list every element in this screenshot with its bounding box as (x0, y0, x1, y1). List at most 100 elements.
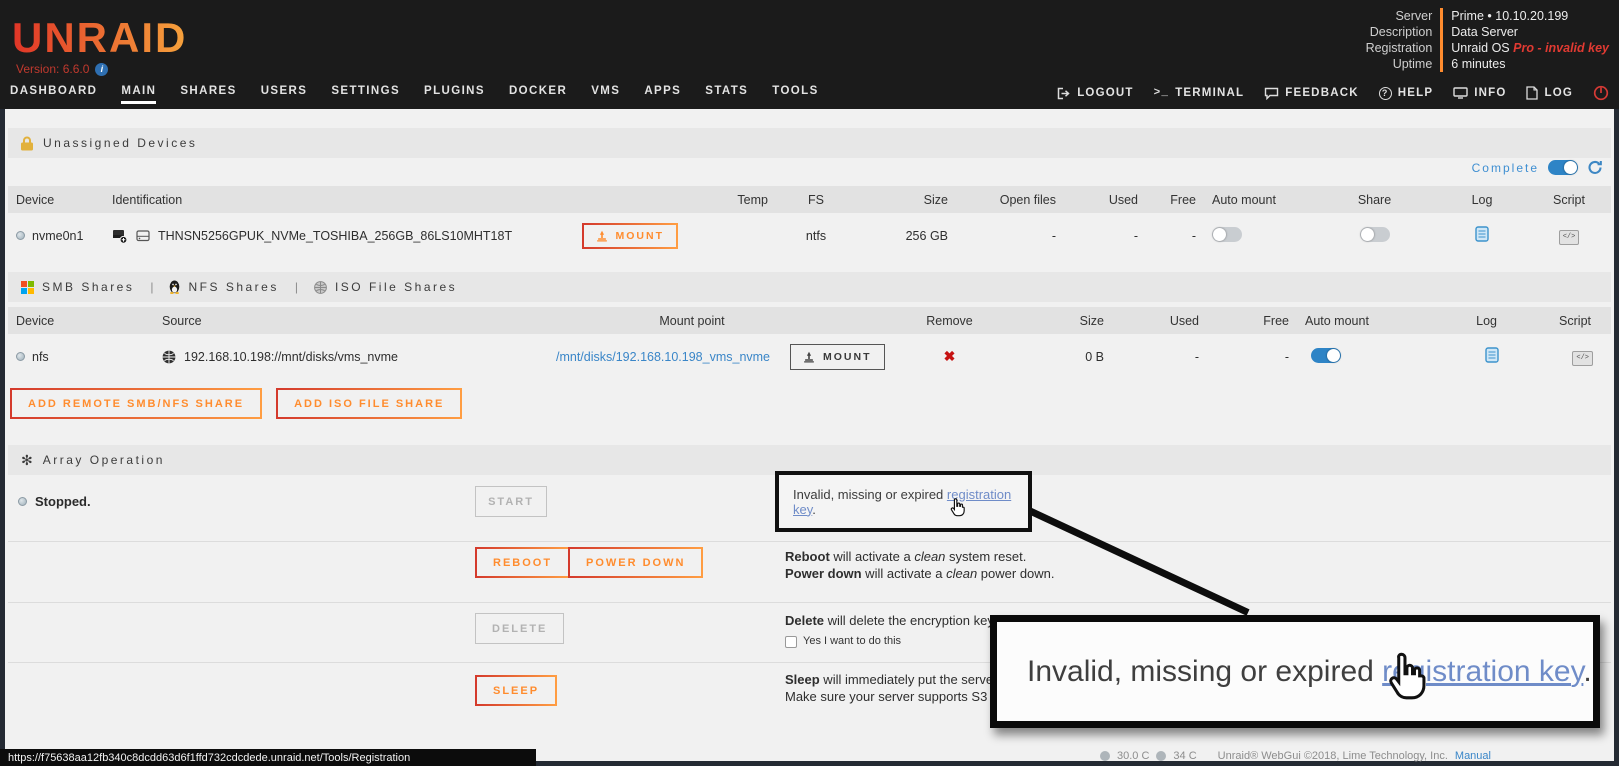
device-name: nvme0n1 (32, 229, 83, 243)
array-status: Stopped. (18, 494, 91, 509)
tab-nfs-shares[interactable]: NFS Shares (169, 280, 278, 294)
row-divider (8, 541, 1611, 542)
start-button[interactable]: START (475, 486, 547, 517)
browser-status-bar: https://f75638aa12fb340c8dcdd63d6f1ffd73… (0, 749, 536, 766)
nav-plugins[interactable]: PLUGINS (424, 85, 485, 104)
mount-button[interactable]: MOUNT (582, 223, 679, 249)
nav-dashboard[interactable]: DASHBOARD (10, 85, 97, 104)
nav-tools[interactable]: TOOLS (772, 85, 818, 104)
col-used: Used (1064, 186, 1146, 213)
delete-confirm-label[interactable]: Yes I want to do this (803, 633, 901, 650)
section-title: Unassigned Devices (43, 136, 197, 150)
power-alert-icon[interactable] (1593, 85, 1609, 101)
uptime-value: 6 minutes (1440, 56, 1609, 72)
nav-settings[interactable]: SETTINGS (331, 85, 400, 104)
unraid-logo[interactable]: UNRAID (12, 14, 187, 62)
nav-apps[interactable]: APPS (644, 85, 681, 104)
uptime-label: Uptime (1366, 56, 1441, 72)
add-remote-smb-nfs-share-button[interactable]: ADD REMOTE SMB/NFS SHARE (10, 388, 262, 419)
complete-label[interactable]: Complete (1472, 161, 1539, 175)
cell-size: 0 B (1007, 334, 1112, 379)
info-button[interactable]: INFO (1453, 87, 1506, 99)
col-share: Share (1312, 186, 1437, 213)
log-icon[interactable] (1475, 226, 1489, 242)
share-toggle[interactable] (1360, 227, 1390, 242)
tab-smb-shares[interactable]: SMB Shares (21, 280, 134, 294)
windows-icon (21, 281, 34, 294)
registration-value: Unraid OS Pro - invalid key (1440, 40, 1609, 56)
col-log: Log (1377, 307, 1527, 334)
nav-main[interactable]: MAIN (121, 85, 156, 104)
mount-point-link[interactable]: /mnt/disks/192.168.10.198_vms_nvme (556, 350, 770, 364)
table-row-nfs: nfs 192.168.10.198://mnt/disks/vms_nvme … (8, 334, 1611, 379)
tab-iso-file-shares[interactable]: ISO File Shares (314, 280, 457, 294)
nav-docker[interactable]: DOCKER (509, 85, 567, 104)
cell-size: 256 GB (856, 213, 956, 258)
row-divider (8, 602, 1611, 603)
version-info-icon[interactable]: i (95, 63, 108, 76)
delete-button[interactable]: DELETE (475, 613, 564, 644)
col-source: Source (154, 307, 492, 334)
remote-shares-table: Device Source Mount point Remove Size Us… (8, 307, 1611, 379)
terminal-icon: >_ (1154, 87, 1170, 99)
feedback-button[interactable]: FEEDBACK (1264, 87, 1359, 100)
power-down-button[interactable]: POWER DOWN (568, 547, 703, 578)
add-iso-file-share-button[interactable]: ADD ISO FILE SHARE (276, 388, 462, 419)
unassigned-devices-header: Unassigned Devices (8, 128, 1611, 158)
sleep-button[interactable]: SLEEP (475, 675, 557, 706)
col-log: Log (1437, 186, 1527, 213)
cell-fs: ntfs (776, 213, 856, 258)
logout-icon (1057, 87, 1071, 100)
col-fs: FS (776, 186, 856, 213)
auto-mount-toggle[interactable] (1212, 227, 1242, 242)
main-nav: DASHBOARD MAIN SHARES USERS SETTINGS PLU… (0, 82, 1619, 109)
source-globe-icon (162, 350, 176, 364)
nav-stats[interactable]: STATS (705, 85, 748, 104)
mount-icon (596, 230, 608, 242)
nav-right: LOGOUT >_ TERMINAL FEEDBACK ? HELP INFO … (1057, 85, 1609, 101)
col-script: Script (1527, 186, 1611, 213)
col-free: Free (1146, 186, 1204, 213)
nav-vms[interactable]: VMS (591, 85, 620, 104)
mb-temp-icon (1156, 751, 1166, 761)
table-header-row: Device Identification Temp FS Size Open … (8, 186, 1611, 213)
section-title: Array Operation (43, 453, 165, 467)
auto-mount-toggle[interactable] (1311, 348, 1341, 363)
refresh-icon[interactable] (1587, 160, 1603, 175)
cell-used: - (1064, 213, 1146, 258)
reboot-help-text: Reboot will activate a clean system rese… (785, 548, 1055, 582)
magnifier-connector-line (1029, 508, 1249, 616)
script-icon[interactable]: </> (1559, 230, 1580, 245)
description-label: Description (1366, 24, 1441, 40)
complete-toggle[interactable] (1548, 160, 1578, 175)
script-icon[interactable]: </> (1572, 351, 1593, 366)
manual-link[interactable]: Manual (1455, 750, 1491, 762)
nav-shares[interactable]: SHARES (180, 85, 236, 104)
unassigned-devices-table: Device Identification Temp FS Size Open … (8, 186, 1611, 258)
sleep-help-text: Sleep will immediately put the server in… (785, 671, 1015, 705)
reboot-button[interactable]: REBOOT (475, 547, 570, 578)
cell-free: - (1146, 213, 1204, 258)
server-label: Server (1366, 8, 1441, 24)
col-script: Script (1527, 307, 1611, 334)
remove-share-icon[interactable]: ✖ (944, 348, 956, 364)
delete-confirm-checkbox[interactable] (785, 636, 797, 648)
cpu-temp-icon (1100, 751, 1110, 761)
log-button[interactable]: LOG (1526, 86, 1573, 100)
log-icon[interactable] (1485, 347, 1499, 363)
cpu-temp: 30.0 C (1117, 750, 1149, 762)
app-header: UNRAID Version: 6.6.0 i Server Prime • 1… (0, 0, 1619, 82)
mount-button[interactable]: MOUNT (790, 344, 885, 370)
log-doc-icon (1526, 86, 1538, 100)
array-status-dot (18, 497, 27, 506)
help-button[interactable]: ? HELP (1379, 87, 1433, 100)
mount-icon (803, 351, 815, 363)
nav-users[interactable]: USERS (261, 85, 308, 104)
delete-help-text: Delete will delete the encryption keyfil… (785, 612, 1014, 650)
cell-open-files: - (956, 213, 1064, 258)
drive-add-icon[interactable] (112, 228, 128, 244)
iso-globe-icon (314, 281, 327, 294)
terminal-button[interactable]: >_ TERMINAL (1154, 87, 1245, 99)
share-device-name: nfs (32, 350, 49, 364)
logout-button[interactable]: LOGOUT (1057, 87, 1133, 100)
